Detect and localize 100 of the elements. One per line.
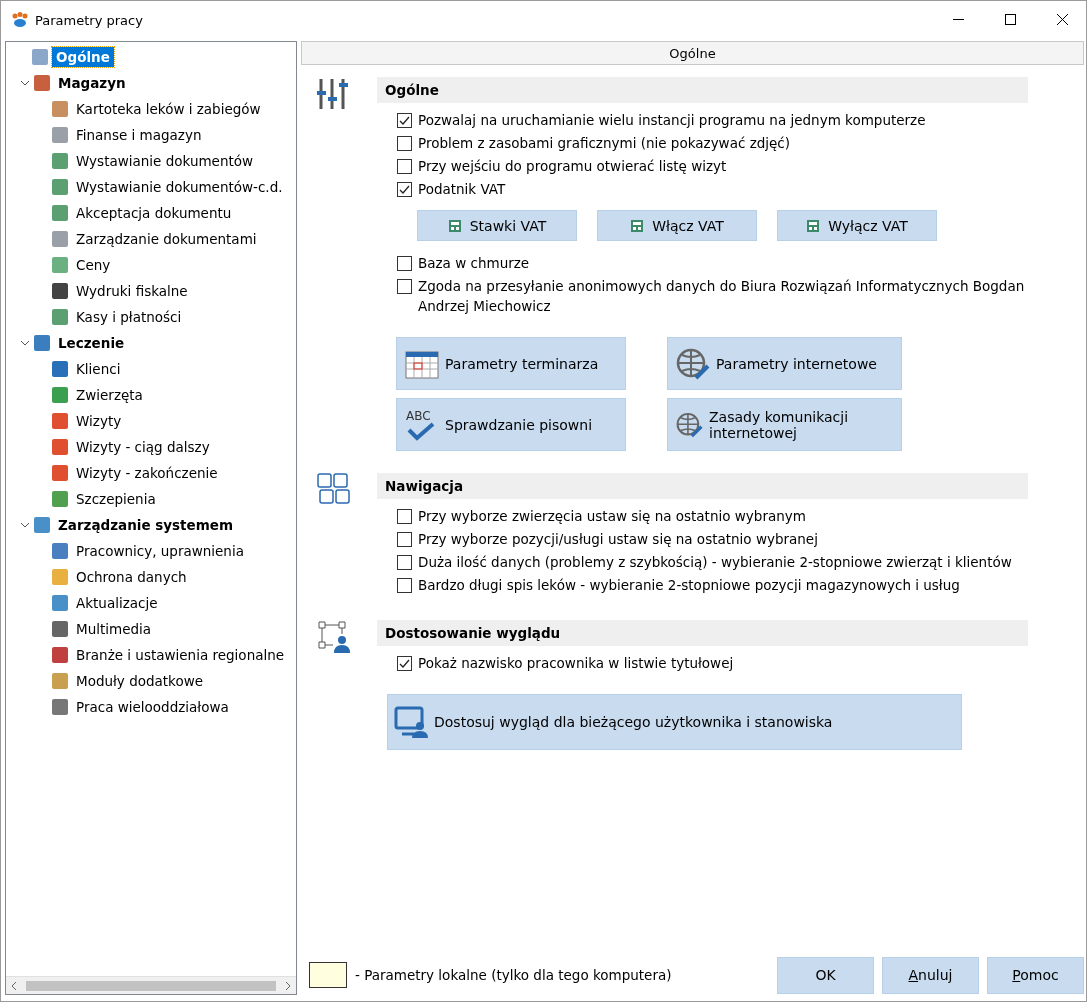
tree-item[interactable]: Zwierzęta (72, 385, 147, 405)
tree-item[interactable]: Finanse i magazyn (72, 125, 206, 145)
window-title: Parametry pracy (35, 12, 144, 28)
checkbox[interactable] (397, 578, 412, 593)
scroll-left-icon[interactable] (10, 980, 18, 991)
checkbox-label: Duża ilość danych (problemy z szybkością) - wybieranie 2-stopniowe zwierząt i klientów (418, 553, 1012, 572)
tree-item[interactable]: Wizyty (72, 411, 126, 431)
checkbox[interactable] (397, 656, 412, 671)
local-color-swatch (309, 962, 347, 988)
dialog-button[interactable]: Pomoc (987, 956, 1084, 994)
tree-item[interactable]: Aktualizacje (72, 593, 162, 613)
checkbox-label: Pokaż nazwisko pracownika w listwie tytułowej (418, 654, 734, 673)
item-icon (52, 595, 68, 611)
tree-item[interactable]: Zarządzanie systemem (54, 515, 238, 535)
checkbox-label: Zgoda na przesyłanie anonimowych danych do Biura Rozwiązań Informatycznych Bogdan Andrzej Miechowicz (418, 277, 1026, 316)
checkbox-label: Przy wyborze zwierzęcia ustaw się na ostatnio wybranym (418, 507, 806, 526)
item-icon (52, 231, 68, 247)
checkbox[interactable] (397, 532, 412, 547)
checkbox[interactable] (397, 555, 412, 570)
checkbox-label: Problem z zasobami graficznymi (nie pokazywać zdjęć) (418, 134, 791, 153)
tree-item[interactable]: Wydruki fiskalne (72, 281, 192, 301)
tree-item[interactable]: Leczenie (54, 333, 129, 353)
globe-edit-icon (676, 347, 710, 380)
tree-item[interactable]: Zarządzanie dokumentami (72, 229, 261, 249)
dialog-button[interactable]: OK (777, 956, 874, 994)
tree-item[interactable]: Ceny (72, 255, 115, 275)
item-icon (52, 491, 68, 507)
tree-item[interactable]: Moduły dodatkowe (72, 671, 208, 691)
item-icon (52, 413, 68, 429)
category-icon (34, 335, 50, 351)
item-icon (52, 699, 68, 715)
item-icon (52, 101, 68, 117)
item-icon (52, 621, 68, 637)
checkbox[interactable] (397, 113, 412, 128)
vat-button[interactable]: Włącz VAT (597, 210, 757, 241)
settings-button[interactable]: Parametry internetowe (667, 337, 902, 390)
checkbox[interactable] (397, 256, 412, 271)
close-icon (1057, 14, 1069, 26)
checkbox-label: Podatnik VAT (418, 180, 506, 199)
tree-item[interactable]: Wizyty - zakończenie (72, 463, 222, 483)
tree-item[interactable]: Ochrona danych (72, 567, 191, 587)
keyboard-keys-icon (317, 473, 351, 507)
settings-button[interactable]: Parametry terminarza (396, 337, 626, 390)
item-icon (52, 153, 68, 169)
item-icon (52, 543, 68, 559)
checkbox[interactable] (397, 136, 412, 151)
tree-item[interactable]: Kasy i płatności (72, 307, 186, 327)
calculator-icon (630, 218, 645, 233)
monitor-user-icon (394, 706, 428, 738)
item-icon (52, 673, 68, 689)
panel-header: Ogólne (301, 41, 1084, 65)
section-heading: Dostosowanie wyglądu (377, 620, 1028, 646)
checkbox-label: Przy wyborze pozycji/usługi ustaw się na ostatnio wybranej (418, 530, 818, 549)
tree-item[interactable]: Klienci (72, 359, 125, 379)
legend-text: - Parametry lokalne (tylko dla tego komputera) (355, 967, 673, 983)
item-icon (52, 387, 68, 403)
tree-item[interactable]: Ogólne (52, 47, 114, 67)
expand-caret-icon[interactable] (20, 78, 30, 88)
tree-item[interactable]: Multimedia (72, 619, 156, 639)
calculator-icon (447, 218, 462, 233)
scroll-right-icon[interactable] (284, 980, 292, 991)
checkbox[interactable] (397, 182, 412, 197)
item-icon (52, 439, 68, 455)
horizontal-scrollbar[interactable] (6, 976, 296, 994)
settings-button[interactable]: Zasady komunikacji internetowej (667, 398, 902, 451)
item-icon (52, 127, 68, 143)
section-heading: Ogólne (377, 77, 1028, 103)
tree-item[interactable]: Szczepienia (72, 489, 160, 509)
tree-item[interactable]: Branże i ustawienia regionalne (72, 645, 289, 665)
layout-user-icon (317, 620, 351, 654)
checkbox-label: Bardzo długi spis leków - wybieranie 2-stopniowe pozycji magazynowych i usług (418, 576, 960, 595)
customize-button[interactable]: Dostosuj wygląd dla bieżącego użytkownika i stanowiska (387, 694, 962, 750)
category-icon (34, 517, 50, 533)
item-icon (52, 647, 68, 663)
tree-item[interactable]: Wystawianie dokumentów (72, 151, 258, 171)
item-icon (52, 569, 68, 585)
minimize-icon (953, 19, 965, 21)
checkbox[interactable] (397, 279, 412, 294)
expand-caret-icon[interactable] (20, 338, 30, 348)
maximize-icon (1005, 14, 1017, 26)
tree-item[interactable]: Magazyn (54, 73, 130, 93)
item-icon (52, 309, 68, 325)
tree-item[interactable]: Akceptacja dokumentu (72, 203, 236, 223)
tree-item[interactable]: Wystawianie dokumentów-c.d. (72, 177, 287, 197)
checkbox[interactable] (397, 159, 412, 174)
item-icon (52, 179, 68, 195)
category-icon (34, 75, 50, 91)
dialog-button[interactable]: Anuluj (882, 956, 979, 994)
expand-caret-icon[interactable] (20, 520, 30, 530)
settings-button[interactable]: ABC Sprawdzanie pisowni (396, 398, 626, 451)
vat-button[interactable]: Wyłącz VAT (777, 210, 937, 241)
checkbox[interactable] (397, 509, 412, 524)
item-icon (52, 205, 68, 221)
paw-logo-icon (11, 12, 29, 28)
tree-item[interactable]: Wizyty - ciąg dalszy (72, 437, 214, 457)
tree-item[interactable]: Praca wielooddziałowa (72, 697, 233, 717)
vat-button[interactable]: Stawki VAT (417, 210, 577, 241)
tree-item[interactable]: Kartoteka leków i zabiegów (72, 99, 265, 119)
tree-item[interactable]: Pracownicy, uprawnienia (72, 541, 248, 561)
calendar-icon (405, 348, 439, 379)
